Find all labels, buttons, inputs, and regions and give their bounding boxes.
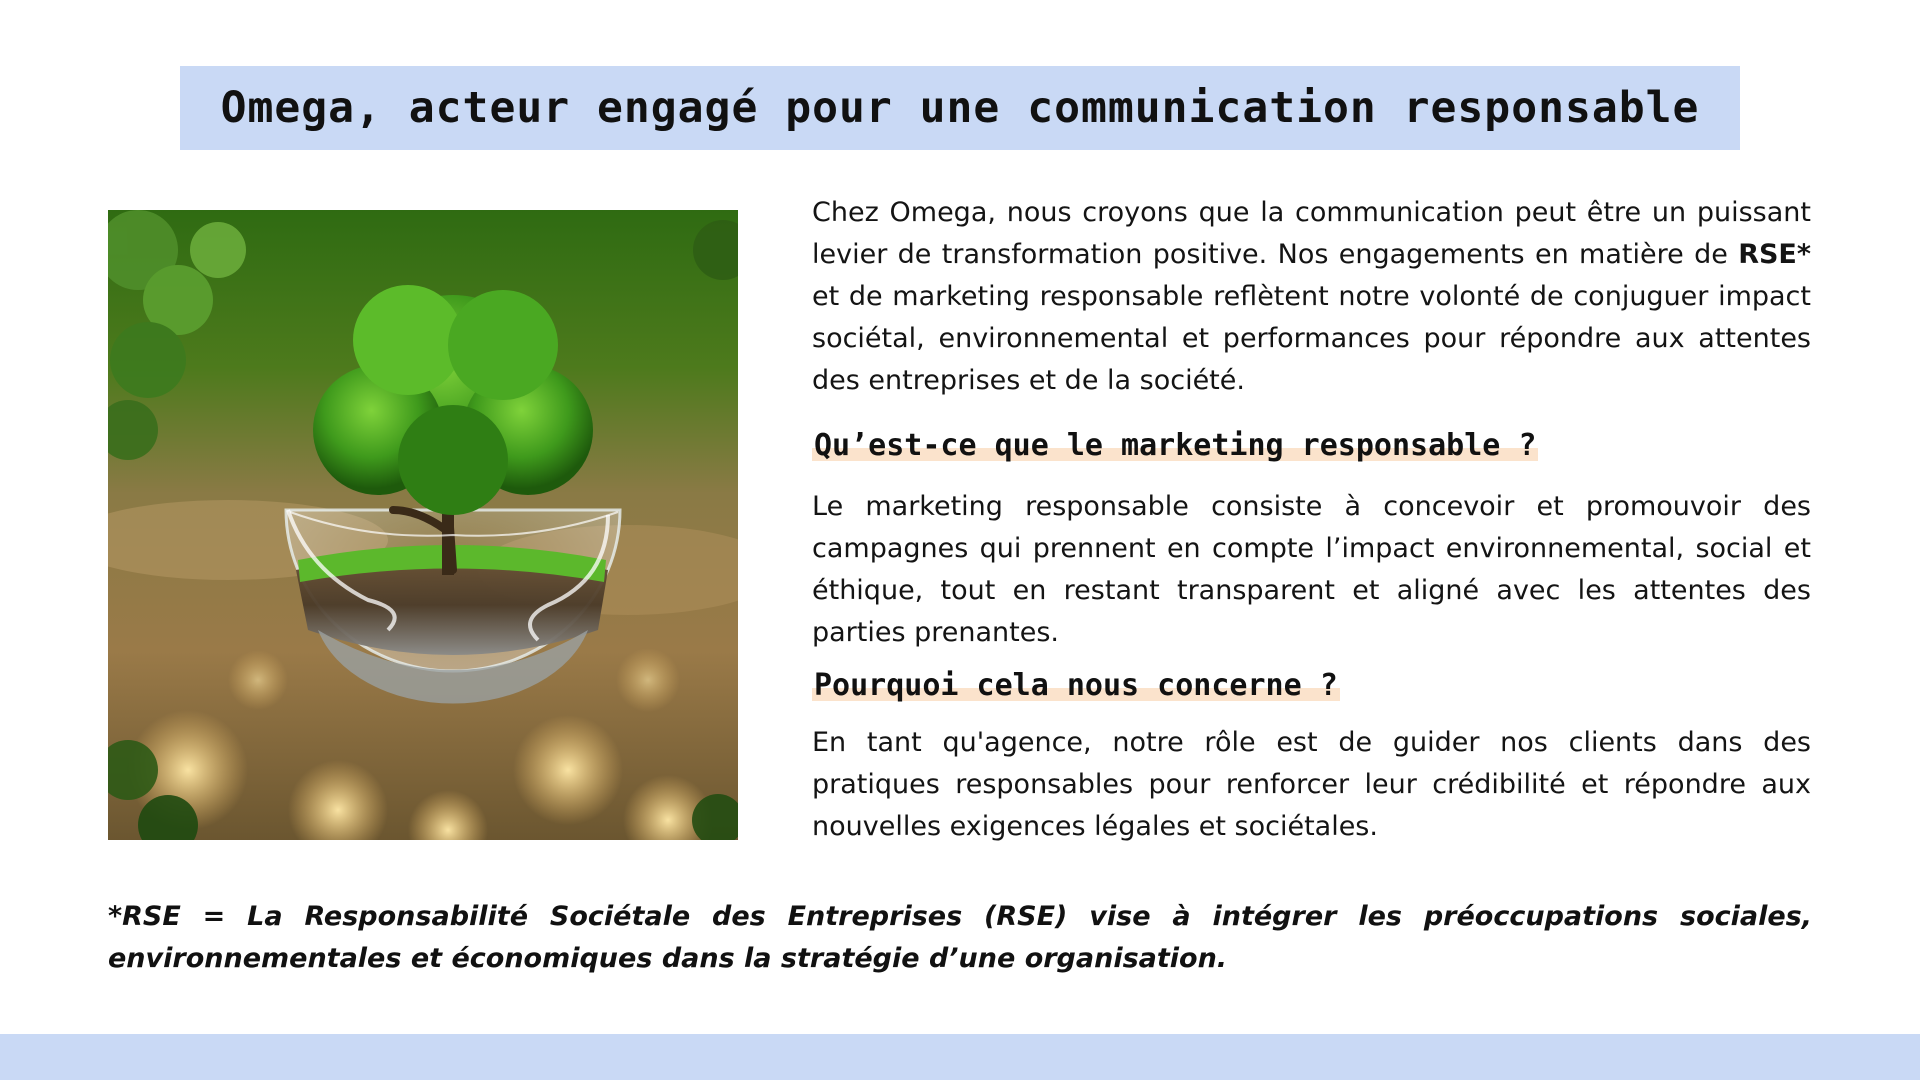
intro-text-end: et de marketing responsable reflètent no… <box>812 281 1811 396</box>
rse-term: RSE* <box>1738 239 1811 270</box>
page-title: Omega, acteur engagé pour une communicat… <box>220 83 1700 133</box>
section-heading-marketing-responsable: Qu’est-ce que le marketing responsable ? <box>812 428 1539 464</box>
content-column: Chez Omega, nous croyons que la communic… <box>812 192 1811 848</box>
tree-globe-photo <box>108 210 738 840</box>
bottom-band <box>0 1034 1920 1080</box>
section-paragraph-pourquoi: En tant qu'agence, notre rôle est de gui… <box>812 727 1811 842</box>
section-heading-pourquoi: Pourquoi cela nous concerne ? <box>812 668 1340 704</box>
title-banner: Omega, acteur engagé pour une communicat… <box>180 66 1740 150</box>
intro-text-start: Chez Omega, nous croyons que la communic… <box>812 197 1811 270</box>
intro-paragraph: Chez Omega, nous croyons que la communic… <box>812 192 1811 402</box>
tree-in-glass-sphere-image <box>108 210 738 840</box>
rse-footnote: *RSE = La Responsabilité Sociétale des E… <box>108 901 1812 974</box>
section-paragraph-marketing-responsable: Le marketing responsable consiste à conc… <box>812 491 1811 648</box>
